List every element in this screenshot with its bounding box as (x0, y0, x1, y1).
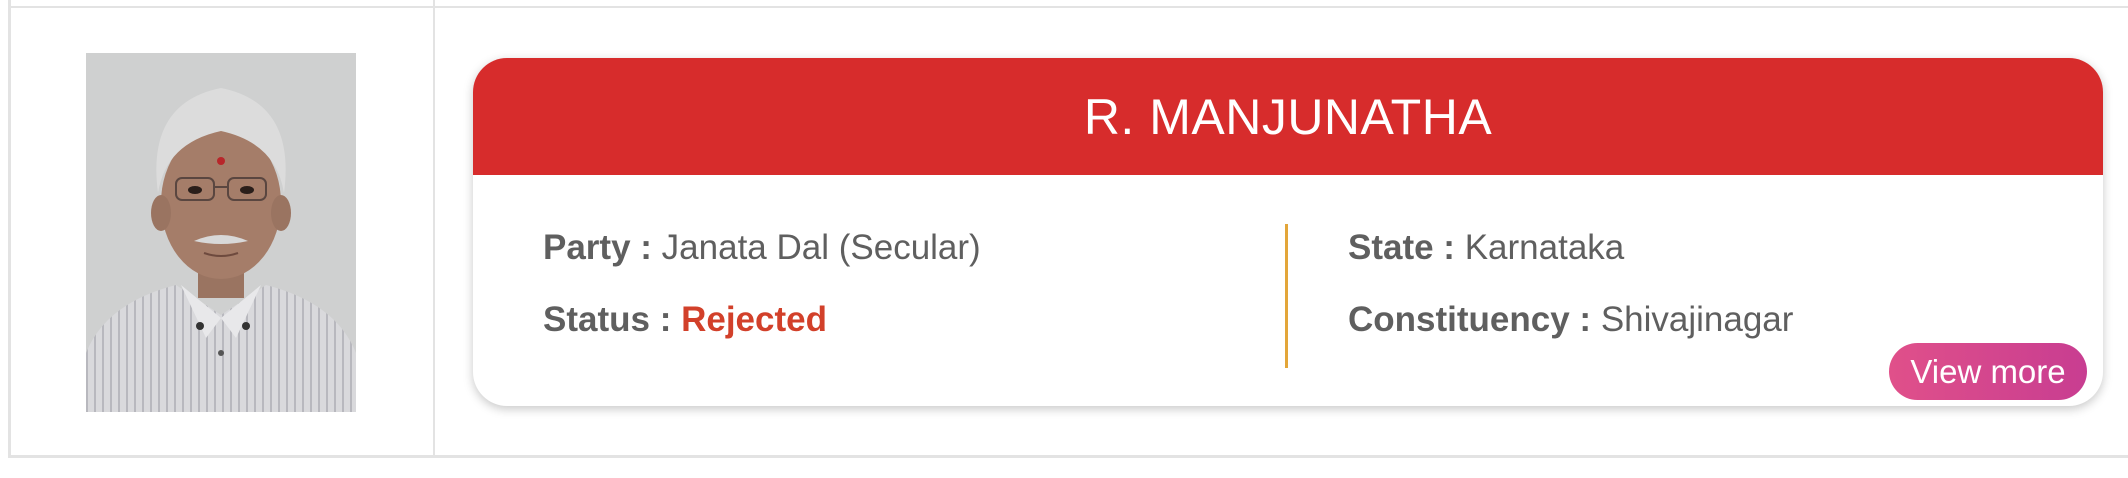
status-badge: Rejected (681, 300, 827, 339)
status-field: Status : Rejected (543, 300, 827, 340)
constituency-value: Shivajinagar (1600, 300, 1794, 339)
party-label: Party : (543, 228, 652, 267)
status-label: Status : (543, 300, 672, 339)
column-divider (433, 0, 435, 458)
candidate-photo (86, 53, 356, 412)
state-field: State : Karnataka (1348, 228, 1624, 268)
state-value: Karnataka (1464, 228, 1625, 267)
view-more-button[interactable]: View more (1889, 343, 2087, 400)
candidate-card: R. MANJUNATHA Party : Janata Dal (Secula… (473, 58, 2103, 406)
state-label: State : (1348, 228, 1455, 267)
party-value: Janata Dal (Secular) (661, 228, 981, 267)
constituency-label: Constituency : (1348, 300, 1592, 339)
info-divider (1285, 224, 1288, 368)
party-field: Party : Janata Dal (Secular) (543, 228, 981, 268)
constituency-field: Constituency : Shivajinagar (1348, 300, 1793, 340)
candidate-name: R. MANJUNATHA (1083, 88, 1493, 145)
card-header: R. MANJUNATHA (473, 58, 2103, 175)
